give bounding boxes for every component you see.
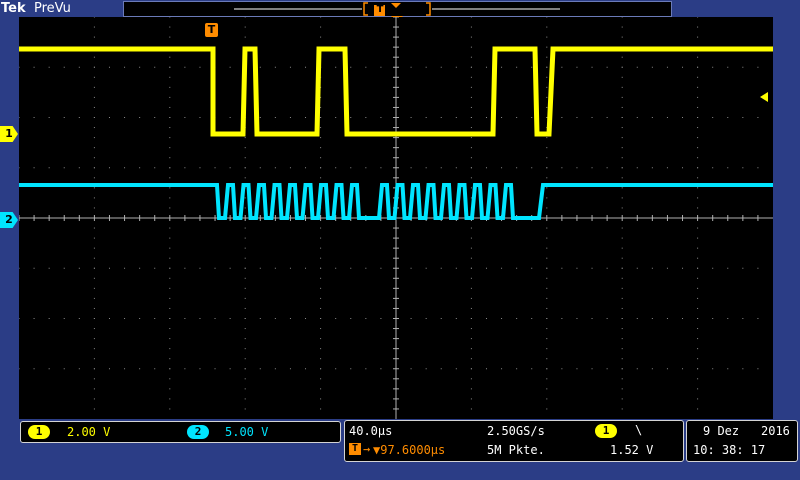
record-length: 5M Pkte.	[487, 443, 545, 457]
ch2-scale[interactable]: 5.00 V	[225, 425, 268, 439]
waveform-display[interactable]: T	[19, 17, 773, 419]
ch2-ground-marker[interactable]: 2	[0, 212, 18, 228]
channel-scale-panel: 1 2.00 V 2 5.00 V	[20, 421, 341, 443]
trigger-time-flag: T	[205, 23, 218, 37]
ch1-ground-marker[interactable]: 1	[0, 126, 18, 142]
falling-edge-icon[interactable]: \	[635, 423, 642, 437]
record-timeline[interactable]: T	[123, 1, 672, 17]
acquisition-mode: PreVu	[34, 1, 71, 16]
sample-rate: 2.50GS/s	[487, 424, 545, 438]
trigger-position-icon: T	[349, 443, 361, 455]
trigger-level-arrow-icon	[760, 92, 768, 102]
acquisition-panel: 40.0µs 2.50GS/s 1 \ T → ▼97.6000µs 5M Pk…	[344, 420, 684, 462]
ch2-badge[interactable]: 2	[187, 425, 209, 439]
datetime-panel: 9 Dez 2016 10: 38: 17	[686, 420, 798, 462]
waveform-canvas	[19, 17, 773, 419]
time: 10: 38: 17	[693, 443, 766, 457]
timebase[interactable]: 40.0µs	[349, 424, 392, 438]
right-arrow-icon: →	[363, 442, 371, 456]
trigger-position[interactable]: ▼97.6000µs	[373, 443, 445, 457]
timeline-trigger-marker: T	[376, 4, 384, 15]
top-bar: Tek PreVu T	[0, 0, 800, 23]
ch1-badge[interactable]: 1	[28, 425, 50, 439]
brand-logo: Tek	[1, 1, 26, 16]
ch2-waveform	[19, 183, 773, 220]
year: 2016	[761, 424, 790, 438]
ch1-scale[interactable]: 2.00 V	[67, 425, 110, 439]
trigger-source-badge[interactable]: 1	[595, 424, 617, 438]
trigger-level[interactable]: 1.52 V	[610, 443, 653, 457]
date: 9 Dez	[703, 424, 740, 438]
